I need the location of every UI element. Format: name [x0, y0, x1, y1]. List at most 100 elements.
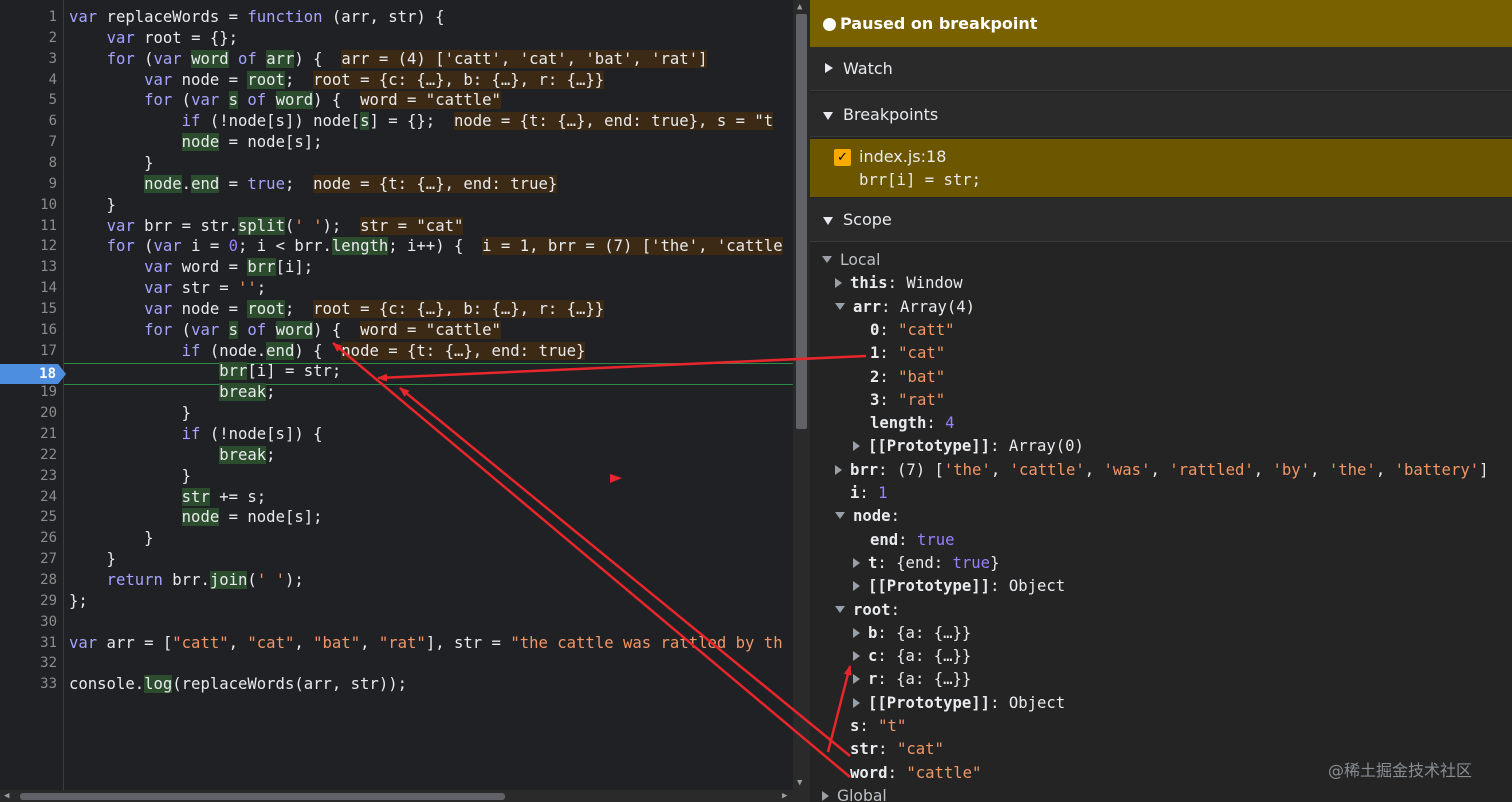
scope-row[interactable]: c: {a: {…}} [853, 645, 971, 668]
code-line[interactable]: 27 } [0, 549, 793, 570]
line-number[interactable]: 21 [0, 424, 57, 445]
scope-row[interactable]: Global [822, 785, 887, 802]
expand-arrow-icon[interactable] [835, 464, 842, 475]
expand-arrow-icon[interactable] [853, 557, 860, 568]
code-line[interactable]: 22 break; [0, 445, 793, 466]
scope-row[interactable]: brr: (7) ['the', 'cattle', 'was', 'rattl… [835, 459, 1489, 482]
editor-horizontal-scroll-thumb[interactable] [20, 793, 505, 800]
line-number[interactable]: 5 [0, 90, 57, 111]
expand-arrow-icon[interactable] [853, 674, 860, 685]
line-number[interactable]: 27 [0, 549, 57, 570]
line-number[interactable]: 1 [0, 7, 57, 28]
code-line[interactable]: 19 break; [0, 382, 793, 403]
line-number[interactable]: 32 [0, 653, 57, 674]
collapse-arrow-icon[interactable] [835, 302, 845, 310]
line-number[interactable]: 9 [0, 174, 57, 195]
scope-row[interactable]: arr: Array(4) [835, 296, 975, 319]
line-number[interactable]: 14 [0, 278, 57, 299]
code-line[interactable]: 29}; [0, 591, 793, 612]
line-number[interactable]: 30 [0, 612, 57, 633]
code-line[interactable]: 24 str += s; [0, 487, 793, 508]
line-number[interactable]: 8 [0, 153, 57, 174]
line-number[interactable]: 26 [0, 528, 57, 549]
scroll-down-icon[interactable]: ▼ [797, 778, 802, 788]
code-line[interactable]: 3 for (var word of arr) { arr = (4) ['ca… [0, 49, 793, 70]
line-number[interactable]: 11 [0, 216, 57, 237]
scope-row[interactable]: node: [835, 505, 900, 528]
line-number[interactable]: 16 [0, 320, 57, 341]
code-line[interactable]: 23 } [0, 466, 793, 487]
code-line[interactable]: 20 } [0, 403, 793, 424]
scope-row[interactable]: [[Prototype]]: Object [853, 575, 1065, 598]
line-number[interactable]: 10 [0, 195, 57, 216]
line-number[interactable]: 24 [0, 487, 57, 508]
line-number[interactable]: 29 [0, 591, 57, 612]
code-line[interactable]: 14 var str = ''; [0, 278, 793, 299]
line-number[interactable]: 15 [0, 299, 57, 320]
code-line[interactable]: 17 if (node.end) { node = {t: {…}, end: … [0, 341, 793, 362]
code-line[interactable]: 12 for (var i = 0; i < brr.length; i++) … [0, 236, 793, 257]
expand-arrow-icon[interactable] [853, 697, 860, 708]
code-line[interactable]: 5 for (var s of word) { word = "cattle" [0, 90, 793, 111]
scope-section-header[interactable]: Scope [810, 198, 1512, 242]
line-number[interactable]: 22 [0, 445, 57, 466]
source-editor[interactable]: 1 var replaceWords = function (arr, str) … [0, 0, 810, 802]
breakpoints-section-header[interactable]: Breakpoints [810, 93, 1512, 137]
scope-row[interactable]: this: Window [835, 272, 963, 295]
editor-vertical-scroll-thumb[interactable] [796, 14, 807, 429]
line-number[interactable]: 4 [0, 70, 57, 91]
code-line[interactable]: 18 brr[i] = str; [0, 361, 793, 382]
line-number[interactable]: 6 [0, 111, 57, 132]
code-line[interactable]: 33 console.log(replaceWords(arr, str)); [0, 674, 793, 695]
editor-horizontal-scrollbar[interactable]: ◀ ▶ [0, 790, 810, 802]
code-line[interactable]: 2 var root = {}; [0, 28, 793, 49]
collapse-arrow-icon[interactable] [822, 256, 832, 263]
line-number[interactable]: 20 [0, 403, 57, 424]
collapse-arrow-icon[interactable] [835, 512, 845, 520]
code-line[interactable]: 11 var brr = str.split(' '); str = "cat" [0, 216, 793, 237]
scope-row[interactable]: t: {end: true} [853, 552, 999, 575]
expand-arrow-icon[interactable] [822, 790, 829, 801]
editor-vertical-scrollbar[interactable]: ▲ ▼ [793, 0, 810, 790]
line-number[interactable]: 28 [0, 570, 57, 591]
scope-row[interactable]: [[Prototype]]: Array(0) [853, 435, 1084, 458]
expand-arrow-icon[interactable] [853, 651, 860, 662]
code-line[interactable]: 31 var arr = ["catt", "cat", "bat", "rat"… [0, 633, 793, 654]
scroll-up-icon[interactable]: ▲ [797, 2, 802, 12]
expand-arrow-icon[interactable] [835, 278, 842, 289]
line-number[interactable]: 7 [0, 132, 57, 153]
code-line[interactable]: 8 } [0, 153, 793, 174]
watch-section-header[interactable]: Watch [810, 47, 1512, 91]
code-line[interactable]: 16 for (var s of word) { word = "cattle" [0, 320, 793, 341]
code-line[interactable]: 30 [0, 612, 793, 633]
collapse-arrow-icon[interactable] [835, 605, 845, 613]
breakpoint-item[interactable]: ✓ index.js:18 brr[i] = str; [810, 139, 1512, 197]
line-number[interactable]: 23 [0, 466, 57, 487]
code-line[interactable]: 7 node = node[s]; [0, 132, 793, 153]
line-number[interactable]: 25 [0, 507, 57, 528]
code-line[interactable]: 4 var node = root; root = {c: {…}, b: {…… [0, 70, 793, 91]
code-line[interactable]: 1 var replaceWords = function (arr, str) … [0, 7, 793, 28]
breakpoint-marker[interactable]: 18 [0, 364, 66, 384]
expand-arrow-icon[interactable] [853, 581, 860, 592]
code-line[interactable]: 10 } [0, 195, 793, 216]
scope-row[interactable]: [[Prototype]]: Object [853, 692, 1065, 715]
line-number[interactable]: 33 [0, 674, 57, 695]
code-line[interactable]: 32 [0, 653, 793, 674]
line-number[interactable]: 13 [0, 257, 57, 278]
scroll-left-icon[interactable]: ◀ [4, 791, 9, 801]
code-line[interactable]: 26 } [0, 528, 793, 549]
line-number[interactable]: 12 [0, 236, 57, 257]
code-line[interactable]: 25 node = node[s]; [0, 507, 793, 528]
scope-row[interactable]: Local [822, 249, 880, 272]
line-number[interactable]: 17 [0, 341, 57, 362]
code-line[interactable]: 6 if (!node[s]) node[s] = {}; node = {t:… [0, 111, 793, 132]
breakpoint-checkbox[interactable]: ✓ [834, 149, 851, 166]
code-line[interactable]: 28 return brr.join(' '); [0, 570, 793, 591]
code-line[interactable]: 15 var node = root; root = {c: {…}, b: {… [0, 299, 793, 320]
line-number[interactable]: 19 [0, 382, 57, 403]
expand-arrow-icon[interactable] [853, 627, 860, 638]
scope-row[interactable]: b: {a: {…}} [853, 622, 971, 645]
code-line[interactable]: 21 if (!node[s]) { [0, 424, 793, 445]
line-number[interactable]: 2 [0, 28, 57, 49]
